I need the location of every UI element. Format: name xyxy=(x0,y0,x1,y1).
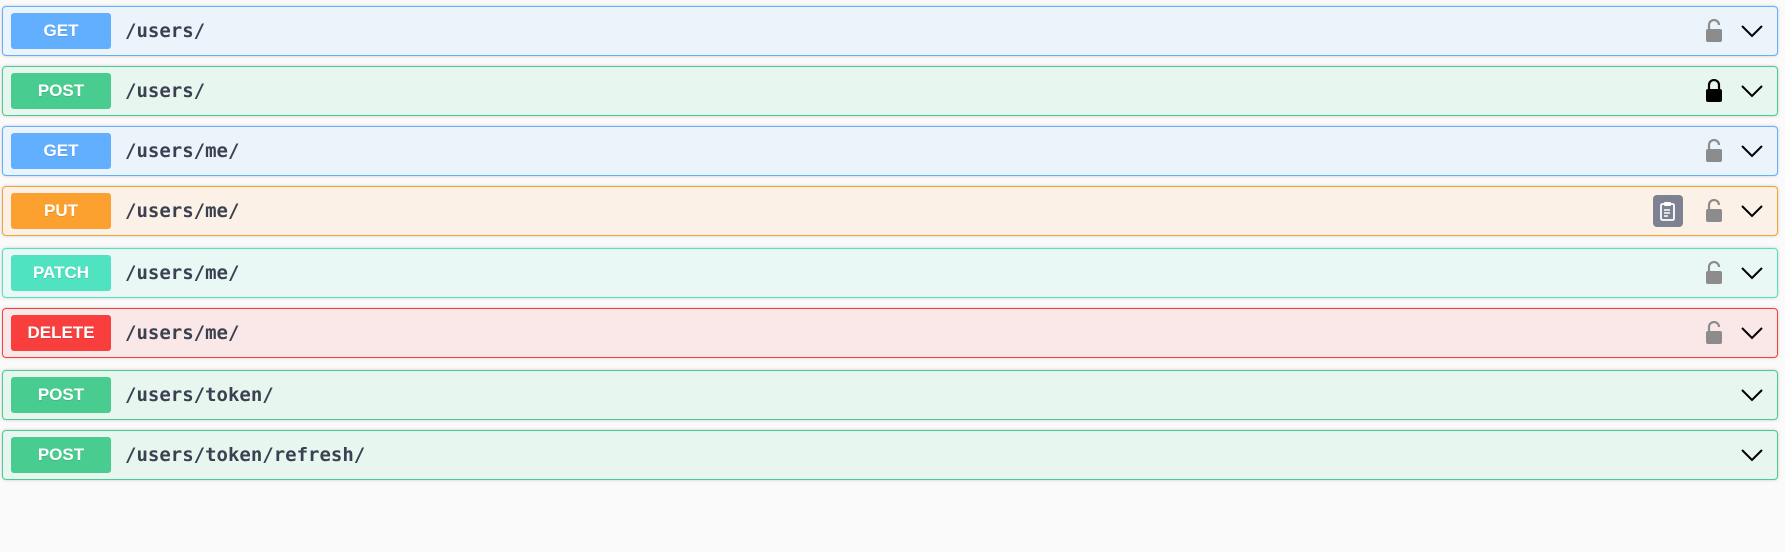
operation-path: /users/me/ xyxy=(125,322,240,344)
operation-path: /users/ xyxy=(125,80,206,102)
chevron-down-icon[interactable] xyxy=(1739,382,1765,408)
copy-to-clipboard-icon[interactable] xyxy=(1653,195,1683,227)
operation-get-users-me[interactable]: GET /users/me/ xyxy=(2,126,1778,176)
operation-patch-users-me[interactable]: PATCH /users/me/ xyxy=(2,248,1778,298)
chevron-down-icon[interactable] xyxy=(1739,320,1765,346)
operation-path: /users/me/ xyxy=(125,140,240,162)
operation-path: /users/me/ xyxy=(125,200,240,222)
chevron-down-icon[interactable] xyxy=(1739,260,1765,286)
operation-delete-users-me[interactable]: DELETE /users/me/ xyxy=(2,308,1778,358)
method-badge: DELETE xyxy=(11,315,111,351)
unlocked-icon[interactable] xyxy=(1703,259,1725,287)
operation-post-users-token-refresh[interactable]: POST /users/token/refresh/ xyxy=(2,430,1778,480)
operation-path: /users/me/ xyxy=(125,262,240,284)
chevron-down-icon[interactable] xyxy=(1739,18,1765,44)
operation-path: /users/token/ xyxy=(125,384,274,406)
method-badge: PATCH xyxy=(11,255,111,291)
method-badge: GET xyxy=(11,133,111,169)
operation-path: /users/token/refresh/ xyxy=(125,444,366,466)
method-badge: GET xyxy=(11,13,111,49)
chevron-down-icon[interactable] xyxy=(1739,442,1765,468)
operation-post-users-token[interactable]: POST /users/token/ xyxy=(2,370,1778,420)
method-badge: PUT xyxy=(11,193,111,229)
unlocked-icon[interactable] xyxy=(1703,197,1725,225)
method-badge: POST xyxy=(11,73,111,109)
method-badge: POST xyxy=(11,377,111,413)
chevron-down-icon[interactable] xyxy=(1739,78,1765,104)
operation-put-users-me[interactable]: PUT /users/me/ xyxy=(2,186,1778,236)
operation-get-users[interactable]: GET /users/ xyxy=(2,6,1778,56)
operations-list: GET /users/ POST /users/ GET /users/me/ xyxy=(0,0,1785,552)
method-badge: POST xyxy=(11,437,111,473)
unlocked-icon[interactable] xyxy=(1703,137,1725,165)
unlocked-icon[interactable] xyxy=(1703,319,1725,347)
chevron-down-icon[interactable] xyxy=(1739,198,1765,224)
locked-icon[interactable] xyxy=(1703,77,1725,105)
operation-path: /users/ xyxy=(125,20,206,42)
unlocked-icon[interactable] xyxy=(1703,17,1725,45)
operation-post-users[interactable]: POST /users/ xyxy=(2,66,1778,116)
chevron-down-icon[interactable] xyxy=(1739,138,1765,164)
